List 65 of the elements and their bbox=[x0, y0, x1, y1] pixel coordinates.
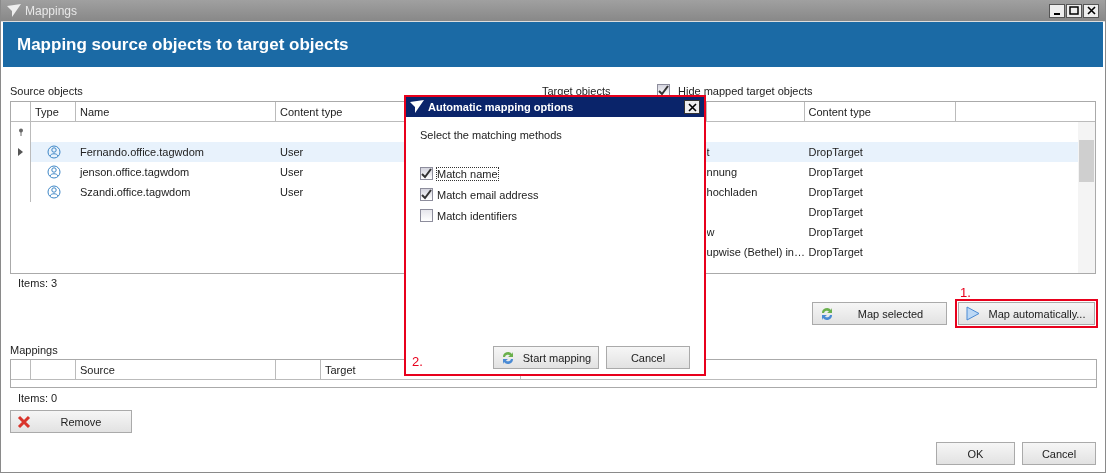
remove-icon bbox=[17, 414, 31, 429]
checkbox-label: Match identifiers bbox=[437, 209, 518, 222]
checkbox-label: Hide mapped target objects bbox=[678, 84, 813, 97]
table-cell: Szandi.office.tagwdom bbox=[80, 186, 191, 198]
table-cell: jenson.office.tagwdom bbox=[80, 166, 190, 178]
paper-plane-icon bbox=[7, 3, 21, 18]
sync-icon bbox=[500, 349, 516, 366]
dialog-prompt: Select the matching methods bbox=[420, 129, 563, 141]
scrollbar[interactable] bbox=[1078, 122, 1095, 273]
dialog-button[interactable]: OK bbox=[936, 442, 1015, 465]
table-cell: nnung bbox=[706, 166, 738, 178]
mappings-label: Mappings bbox=[10, 344, 58, 356]
table-cell: Fernando.office.tagwdom bbox=[80, 146, 204, 158]
paper-plane-icon bbox=[410, 100, 424, 114]
column-header[interactable]: Content type bbox=[804, 102, 956, 122]
items-count: Items: 0 bbox=[17, 392, 58, 404]
remove-button[interactable]: Remove bbox=[10, 410, 132, 433]
step-number: 1. bbox=[960, 285, 971, 300]
column-header[interactable] bbox=[31, 360, 76, 380]
dialog-button[interactable]: Start mapping bbox=[493, 346, 599, 369]
table-cell: hochladen bbox=[706, 186, 758, 198]
dialog-button[interactable]: Cancel bbox=[1022, 442, 1096, 465]
close-button[interactable] bbox=[1083, 3, 1099, 18]
checkbox[interactable] bbox=[420, 209, 433, 222]
user-icon bbox=[46, 165, 61, 179]
step-number: 2. bbox=[412, 354, 423, 369]
table-cell: DropTarget bbox=[808, 206, 863, 218]
table-cell: User bbox=[280, 166, 304, 178]
column-header[interactable]: Type bbox=[31, 102, 76, 122]
map-button[interactable]: Map automatically... bbox=[958, 302, 1095, 325]
table-cell: User bbox=[280, 146, 304, 158]
table-cell: DropTarget bbox=[808, 186, 863, 198]
table-cell: upwise (Bethel) in… bbox=[706, 246, 805, 258]
column-header[interactable] bbox=[276, 360, 321, 380]
target-label: Target objects bbox=[542, 84, 612, 97]
window-title: Mappings bbox=[25, 3, 78, 18]
table-cell: DropTarget bbox=[808, 226, 863, 238]
row-indicator-icon bbox=[18, 148, 23, 156]
column-header[interactable]: Name bbox=[76, 102, 276, 122]
user-icon bbox=[46, 145, 61, 159]
close-button[interactable] bbox=[684, 100, 700, 114]
table-cell: User bbox=[280, 186, 304, 198]
checkbox[interactable] bbox=[420, 188, 433, 201]
sync-icon bbox=[819, 305, 835, 322]
table-cell: w bbox=[706, 226, 715, 238]
minimize-icon bbox=[1054, 12, 1060, 15]
pin-icon bbox=[17, 128, 24, 136]
page-title: Mapping source objects to target objects bbox=[17, 34, 349, 55]
table-cell: t bbox=[706, 146, 710, 158]
table-cell: DropTarget bbox=[808, 146, 863, 158]
checkbox-label: Match name bbox=[437, 167, 498, 180]
play-icon bbox=[965, 306, 980, 321]
column-header[interactable] bbox=[11, 360, 31, 380]
maximize-button[interactable] bbox=[1066, 3, 1082, 18]
map-button[interactable]: Map selected bbox=[812, 302, 947, 325]
checkbox[interactable] bbox=[420, 167, 433, 180]
user-icon bbox=[46, 185, 61, 199]
items-count: Items: 3 bbox=[17, 276, 58, 289]
table-cell: DropTarget bbox=[808, 166, 863, 178]
dialog-button[interactable]: Cancel bbox=[606, 346, 690, 369]
column-header[interactable]: Source bbox=[76, 360, 276, 380]
checkbox-label: Match email address bbox=[437, 188, 539, 201]
minimize-button[interactable] bbox=[1049, 3, 1065, 18]
table-cell: DropTarget bbox=[808, 246, 863, 258]
source-label: Source objects bbox=[10, 84, 84, 97]
